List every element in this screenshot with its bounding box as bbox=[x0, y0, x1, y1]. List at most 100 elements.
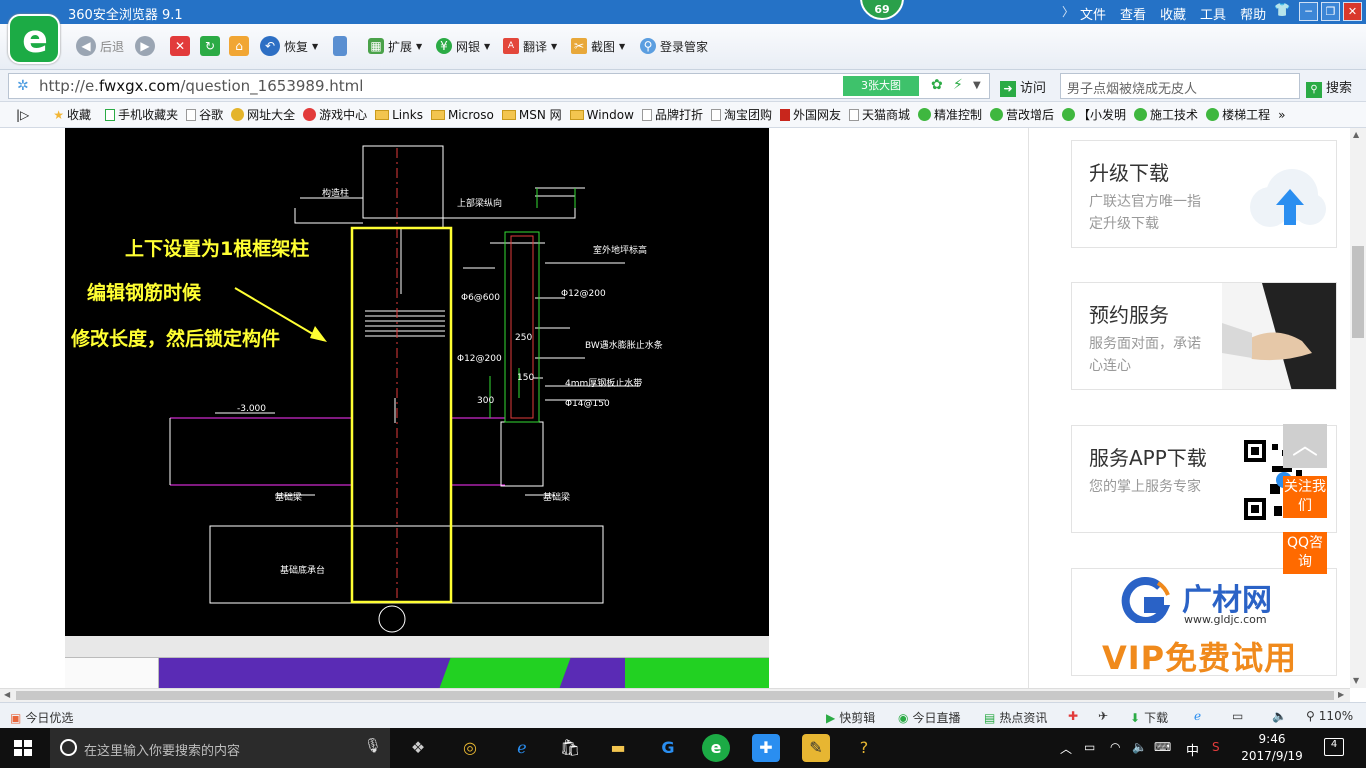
visit-button[interactable]: ➜ 访问 bbox=[1000, 77, 1046, 97]
news-button[interactable]: ▤ 热点资讯 bbox=[984, 709, 1047, 726]
follow-us-button[interactable]: 关注我们 bbox=[1283, 476, 1327, 518]
volume-icon[interactable]: 🔈 bbox=[1272, 709, 1287, 723]
bookmark-windows[interactable]: Window bbox=[569, 108, 634, 122]
forward-button[interactable]: ▶ bbox=[135, 34, 155, 58]
hscroll-thumb[interactable] bbox=[16, 691, 1334, 700]
menu-tools[interactable]: 工具 bbox=[1200, 4, 1226, 23]
upgrade-card[interactable]: 升级下载 广联达官方唯一指定升级下载 bbox=[1071, 140, 1337, 248]
edge-icon[interactable]: ℯ bbox=[508, 734, 536, 762]
bookmark-microsoft[interactable]: Microso bbox=[430, 108, 494, 122]
gldjc-ad-card[interactable]: 广材网 www.gldjc.com VIP免费试用 bbox=[1071, 568, 1337, 676]
clock[interactable]: 9:46 2017/9/19 bbox=[1232, 731, 1312, 765]
bookmark-brand-discount[interactable]: 品牌打折 bbox=[641, 106, 703, 123]
site-info-icon[interactable]: ✲ bbox=[17, 78, 29, 94]
download-button[interactable]: ⬇ 下载 bbox=[1130, 709, 1168, 726]
ime-indicator[interactable]: 中 bbox=[1186, 740, 1199, 759]
bookmark-foreign[interactable]: 外国网友 bbox=[779, 106, 841, 123]
skin-icon[interactable]: 👕 bbox=[1274, 3, 1290, 18]
search-button[interactable]: ⚲ 搜索 bbox=[1306, 77, 1352, 98]
lightning-icon[interactable]: ⚡ bbox=[953, 77, 963, 93]
address-bar[interactable]: ✲ http://e.fwxgx.com/question_1653989.ht… bbox=[8, 73, 990, 99]
today-picks[interactable]: ▣ 今日优选 bbox=[10, 709, 73, 726]
taskbar-search-input[interactable]: 在这里输入你要搜索的内容 bbox=[50, 728, 390, 768]
store-icon[interactable]: 🛍 bbox=[556, 734, 584, 762]
bookmark-taobao[interactable]: 淘宝团购 bbox=[710, 106, 772, 123]
task-view-icon[interactable]: ❖ bbox=[404, 734, 432, 762]
translate-button[interactable]: A 翻译 ▼ bbox=[503, 34, 557, 58]
app-360-icon[interactable]: ◎ bbox=[456, 734, 484, 762]
menu-help[interactable]: 帮助 bbox=[1240, 4, 1266, 23]
back-button[interactable]: ◀ 后退 bbox=[76, 34, 124, 58]
window-icon[interactable]: ▭ bbox=[1232, 709, 1243, 723]
ie-icon[interactable]: ℯ bbox=[1194, 709, 1201, 723]
bookmark-vat[interactable]: 营改增后 bbox=[990, 106, 1054, 123]
menu-view[interactable]: 查看 bbox=[1120, 4, 1146, 23]
notification-center-icon[interactable]: 4 bbox=[1324, 738, 1344, 756]
scroll-right-icon[interactable]: ▶ bbox=[1338, 690, 1344, 699]
screenshot-button[interactable]: ✂ 截图 ▼ bbox=[571, 34, 625, 58]
battery-icon[interactable]: ▭ bbox=[1084, 740, 1095, 754]
keyboard-icon[interactable]: ⌨ bbox=[1154, 740, 1171, 754]
maximize-button[interactable]: ❐ bbox=[1321, 2, 1340, 21]
bank-button[interactable]: ¥ 网银 ▼ bbox=[436, 34, 490, 58]
live-button[interactable]: ◉ 今日直播 bbox=[898, 709, 961, 726]
sogou-icon[interactable]: S bbox=[1212, 740, 1220, 754]
bookmark-google[interactable]: 谷歌 bbox=[186, 106, 223, 123]
bookmark-games[interactable]: 游戏中心 bbox=[303, 106, 367, 123]
bookmark-msn[interactable]: MSN 网 bbox=[501, 106, 562, 123]
back-to-top-button[interactable]: ︿ bbox=[1283, 424, 1327, 468]
help-icon[interactable]: ? bbox=[850, 734, 878, 762]
bookmark-stairs[interactable]: 楼梯工程 bbox=[1206, 106, 1270, 123]
glodon-icon[interactable]: G bbox=[654, 734, 682, 762]
home-button[interactable]: ⌂ bbox=[229, 34, 249, 58]
refresh-button[interactable]: ↻ bbox=[200, 34, 220, 58]
vertical-scrollbar[interactable]: ▲ ▼ bbox=[1350, 128, 1366, 688]
search-input[interactable]: 男子点烟被烧成无皮人 bbox=[1060, 73, 1300, 99]
zoom-control[interactable]: ⚲ 110% bbox=[1306, 709, 1353, 723]
pin-icon[interactable]: ✈ bbox=[1098, 709, 1108, 723]
menu-favorites[interactable]: 收藏 bbox=[1160, 4, 1186, 23]
login-button[interactable]: ⚲ 登录管家 bbox=[640, 34, 708, 58]
speed-icon[interactable]: ✿ bbox=[931, 77, 943, 93]
kuaijian-button[interactable]: ▶ 快剪辑 bbox=[826, 709, 875, 726]
bookmarks-more-icon[interactable]: » bbox=[1278, 108, 1285, 122]
restore-button[interactable]: ↶ 恢复 ▼ bbox=[260, 34, 318, 58]
address-dropdown-icon[interactable]: ▼ bbox=[973, 80, 981, 91]
phone-button[interactable] bbox=[333, 34, 347, 58]
sidebar-toggle-icon[interactable]: |▷ bbox=[16, 108, 29, 122]
image-count-button[interactable]: 3张大图 bbox=[843, 76, 919, 96]
app-blue-icon[interactable]: ✚ bbox=[752, 734, 780, 762]
bookmark-tmall[interactable]: 天猫商城 bbox=[848, 106, 910, 123]
volume-tray-icon[interactable]: 🔈 bbox=[1132, 740, 1147, 754]
bookmark-precise[interactable]: 精准控制 bbox=[918, 106, 982, 123]
bookmark-construction[interactable]: 施工技术 bbox=[1134, 106, 1198, 123]
scroll-left-icon[interactable]: ◀ bbox=[4, 690, 10, 699]
stop-button[interactable]: ✕ bbox=[170, 34, 190, 58]
medical-icon[interactable]: ✚ bbox=[1068, 709, 1078, 723]
menu-file[interactable]: 文件 bbox=[1080, 4, 1106, 23]
bookmark-mobile[interactable]: 手机收藏夹 bbox=[105, 106, 178, 123]
close-button[interactable]: ✕ bbox=[1343, 2, 1362, 21]
browser-360-taskbar-icon[interactable]: e bbox=[702, 734, 730, 762]
file-explorer-icon[interactable]: ▬ bbox=[604, 734, 632, 762]
bookmark-favorites[interactable]: ★ 收藏 bbox=[53, 106, 91, 123]
browser-logo[interactable]: e bbox=[8, 14, 60, 64]
microphone-icon[interactable]: 🎙 bbox=[364, 738, 382, 754]
bookmark-invention[interactable]: 【小发明 bbox=[1062, 106, 1126, 123]
horizontal-scrollbar[interactable]: ◀ ▶ bbox=[0, 688, 1350, 702]
scrollbar-thumb[interactable] bbox=[1352, 246, 1364, 338]
booking-card[interactable]: 预约服务 服务面对面，承诺心连心 bbox=[1071, 282, 1337, 390]
security-badge[interactable]: 69 bbox=[860, 0, 904, 20]
extend-button[interactable]: ▦ 扩展 ▼ bbox=[368, 34, 422, 58]
scroll-down-icon[interactable]: ▼ bbox=[1353, 676, 1359, 685]
windows-start-icon[interactable] bbox=[14, 740, 32, 756]
menu-chevron-icon[interactable]: 〉 bbox=[1062, 3, 1074, 20]
notes-icon[interactable]: ✎ bbox=[802, 734, 830, 762]
bookmark-hao[interactable]: 网址大全 bbox=[231, 106, 295, 123]
bookmark-links[interactable]: Links bbox=[375, 108, 423, 122]
tray-expand-icon[interactable]: ︿ bbox=[1060, 740, 1072, 757]
wifi-icon[interactable]: ◠ bbox=[1110, 740, 1120, 754]
minimize-button[interactable]: ─ bbox=[1299, 2, 1318, 21]
qq-consult-button[interactable]: QQ咨询 bbox=[1283, 532, 1327, 574]
scroll-up-icon[interactable]: ▲ bbox=[1353, 130, 1359, 139]
